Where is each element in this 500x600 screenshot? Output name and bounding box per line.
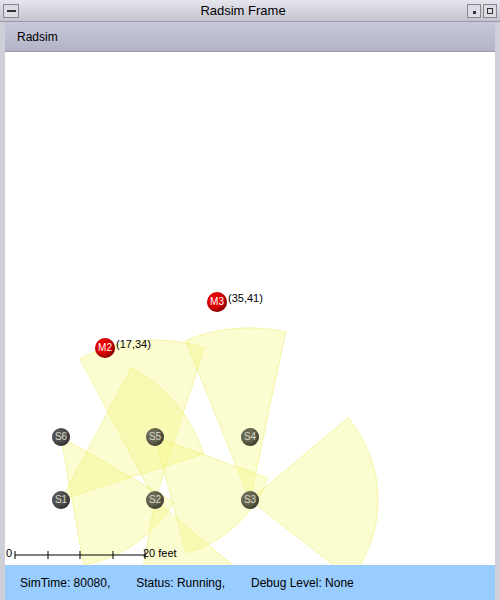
scale-end: 20 feet (143, 548, 177, 559)
node-label: M3 (210, 297, 224, 307)
sensor-node[interactable]: S3 (241, 491, 259, 509)
node-label: S2 (149, 495, 161, 505)
status-item: Debug Level: None (251, 574, 354, 592)
sensor-node[interactable]: S6 (52, 428, 70, 446)
mobile-node[interactable]: M2 (17,34) (95, 338, 151, 358)
sensing-wedge (136, 500, 239, 565)
window-title: Radsim Frame (200, 1, 285, 21)
sensor-node[interactable]: S2 (146, 491, 164, 509)
sensor-node[interactable]: S1 (52, 491, 70, 509)
status-bar: SimTime: 80080, Status: Running, Debug Lev… (5, 565, 495, 600)
node-coords: (35,41) (228, 293, 263, 304)
menu-bar: Radsim (5, 22, 495, 52)
sensor-node[interactable]: S4 (241, 428, 259, 446)
scale-start: 0 (6, 548, 12, 559)
sensing-fields (5, 52, 495, 565)
node-label: S3 (244, 495, 256, 505)
status-item: SimTime: 80080, (20, 574, 110, 592)
sim-canvas[interactable]: 0 20 feet S6 S5 S4 S1 S2 S3 M2 (17,34) M3 (35,41) (5, 52, 495, 565)
menu-item[interactable]: Radsim (17, 28, 58, 46)
node-label: S4 (244, 432, 256, 442)
app-window: Radsim Frame Radsim 0 20 feet S6 S5 S4 S1 S2 S3 M2… (0, 0, 500, 600)
title-bar: Radsim Frame (0, 0, 500, 22)
maximize-icon[interactable] (483, 4, 497, 18)
node-coords: (17,34) (116, 339, 151, 350)
node-label: M2 (98, 343, 112, 353)
minimize-icon[interactable] (467, 4, 481, 18)
node-label: S5 (149, 432, 161, 442)
node-label: S1 (55, 495, 67, 505)
scale-bar (15, 551, 145, 559)
status-item: Status: Running, (136, 574, 225, 592)
mobile-node[interactable]: M3 (35,41) (207, 292, 263, 312)
sensor-node[interactable]: S5 (146, 428, 164, 446)
node-label: S6 (55, 432, 67, 442)
sensing-wedge (250, 418, 378, 565)
window-menu-icon[interactable] (3, 4, 19, 18)
